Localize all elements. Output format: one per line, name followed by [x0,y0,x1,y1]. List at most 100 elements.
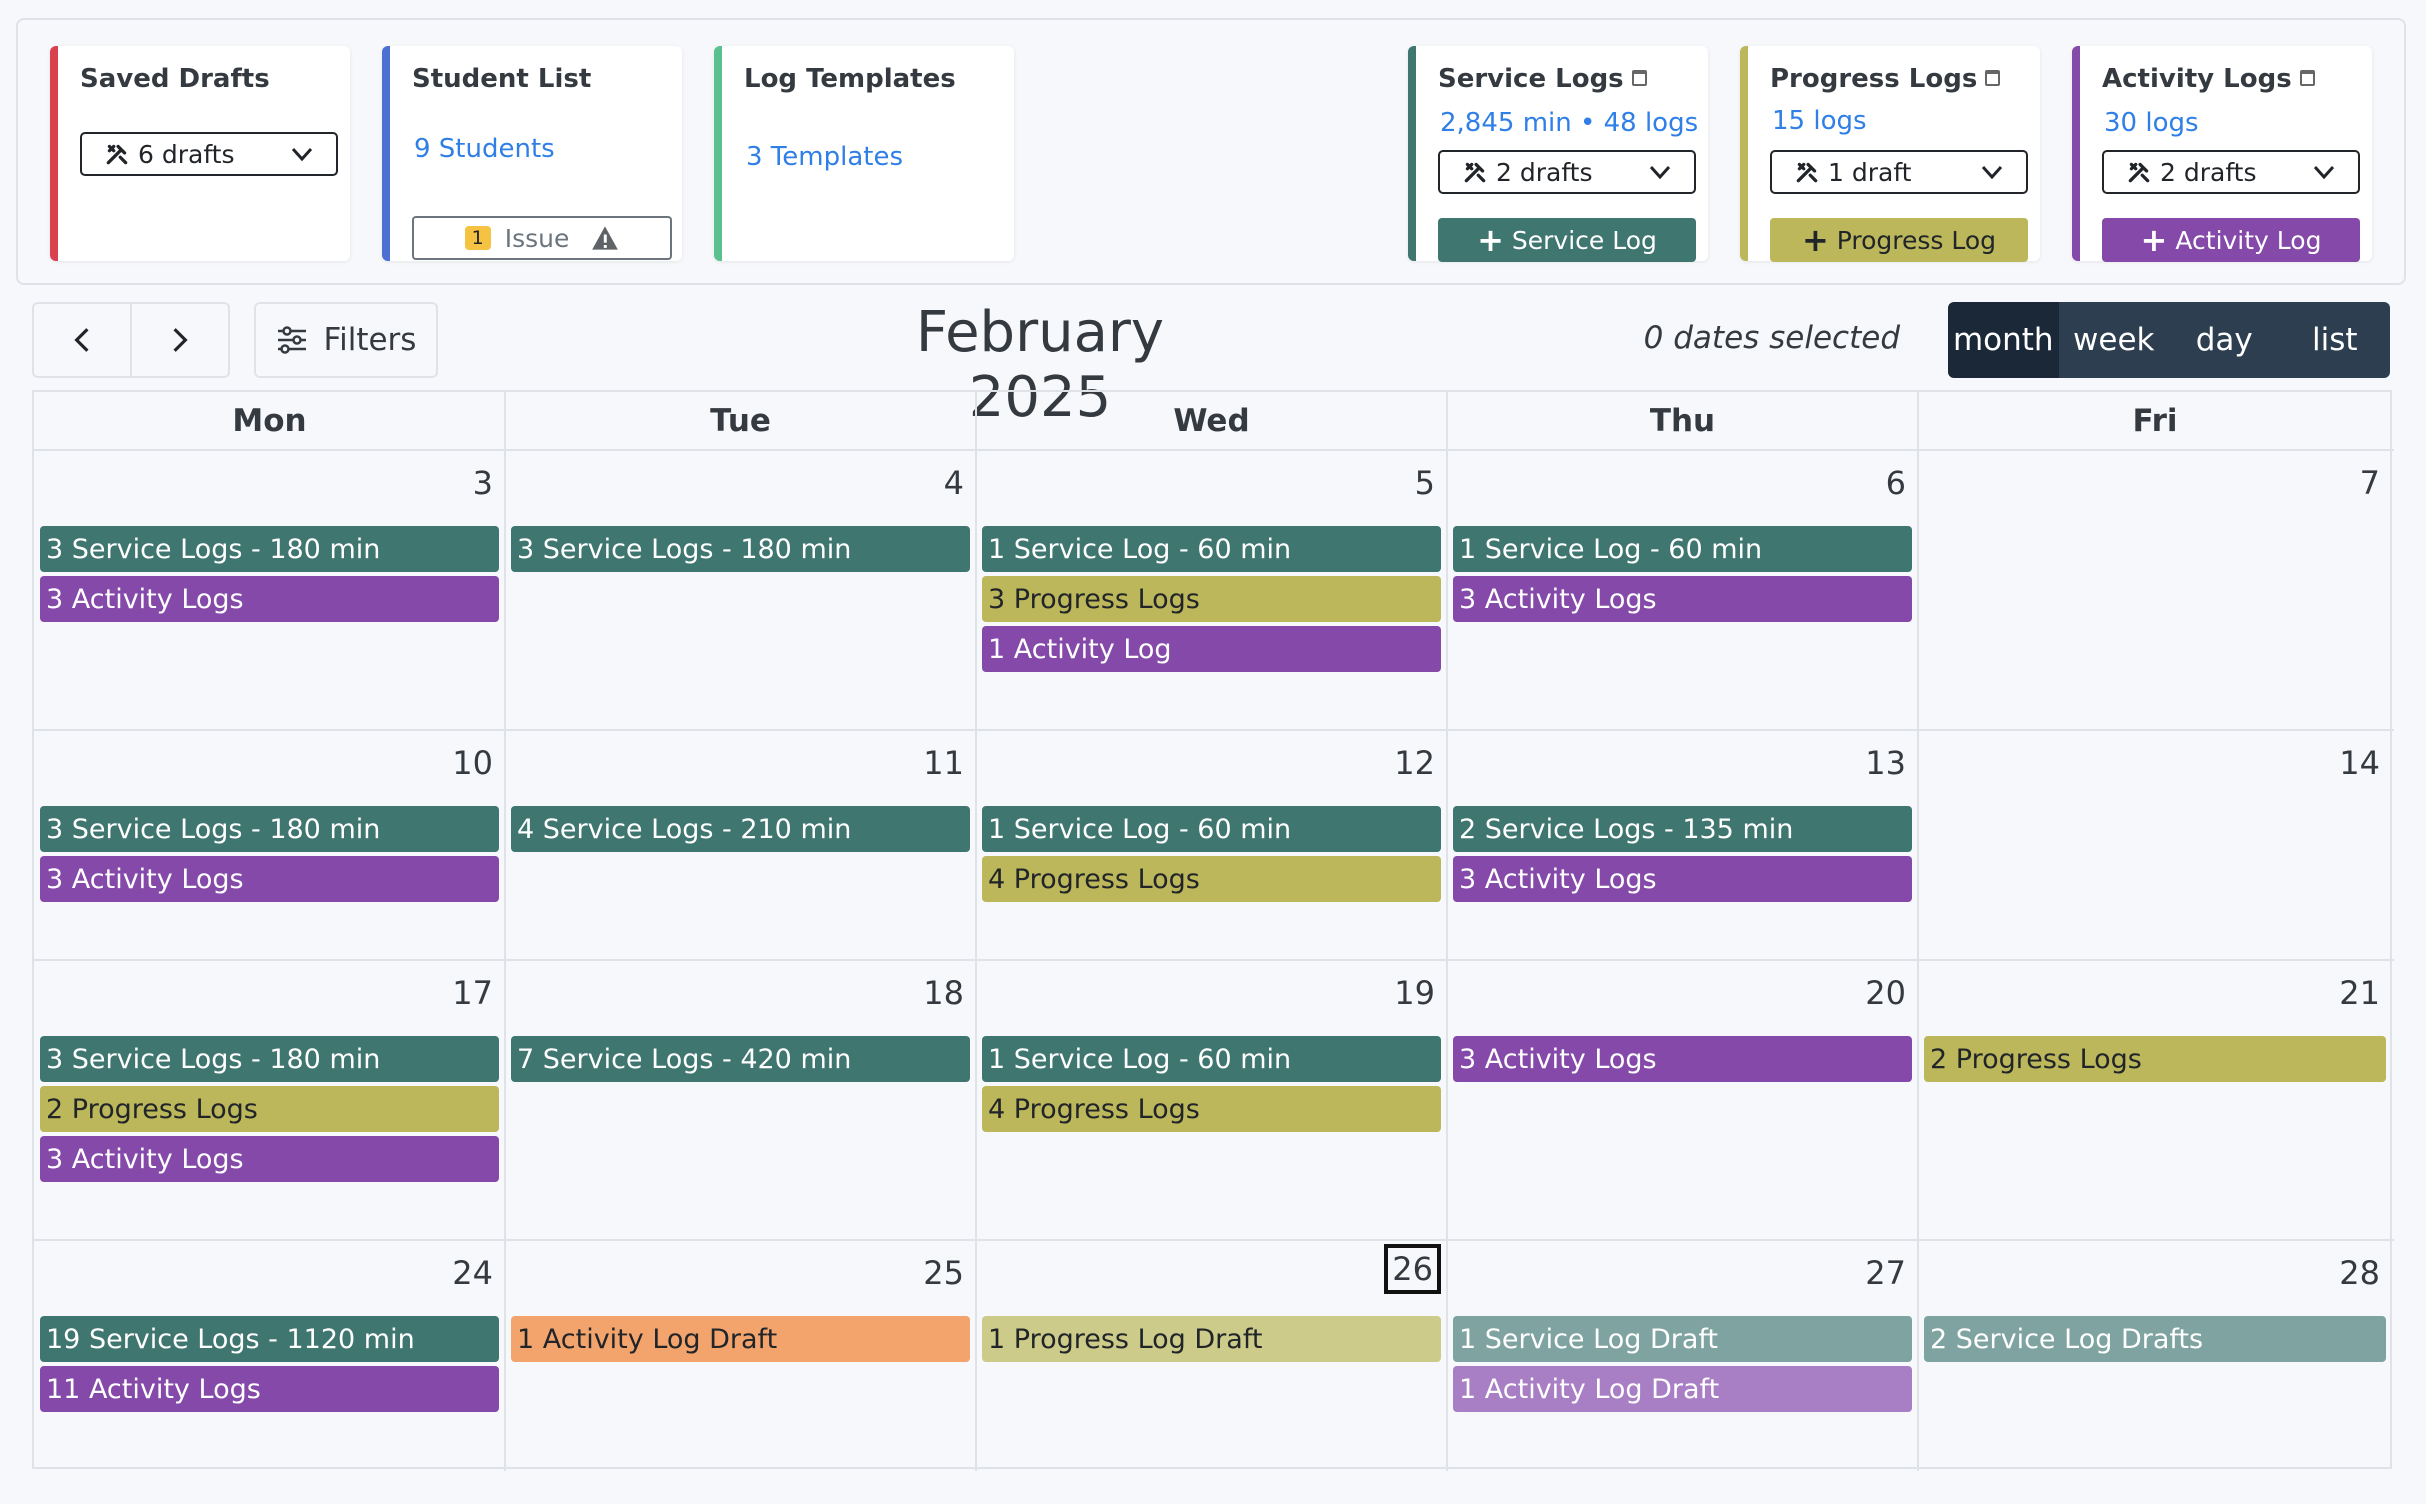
calendar-event[interactable]: 2 Progress Logs [1924,1036,2386,1082]
day-cell[interactable]: 10 3 Service Logs - 180 min 3 Activity Log… [34,730,505,960]
date-number[interactable]: 27 [1865,1254,1906,1292]
activity-logs-stats[interactable]: 30 logs [2104,108,2199,138]
date-number[interactable]: 5 [1415,464,1435,502]
calendar-event[interactable]: 1 Service Log - 60 min [982,526,1441,572]
calendar-event[interactable]: 3 Service Logs - 180 min [40,1036,499,1082]
date-number[interactable]: 20 [1865,974,1906,1012]
view-list-button[interactable]: list [2279,302,2390,378]
summary-panel: Saved Drafts 6 drafts Student List 9 Stu… [16,18,2406,285]
calendar-icon [1985,70,2001,86]
day-cell[interactable]: 27 1 Service Log Draft 1 Activity Log Draf… [1447,1240,1918,1469]
today-date-number[interactable]: 26 [1384,1244,1441,1294]
calendar-event[interactable]: 3 Activity Logs [1453,576,1912,622]
templates-link[interactable]: 3 Templates [746,142,903,172]
calendar-event[interactable]: 3 Activity Logs [1453,1036,1912,1082]
view-week-button[interactable]: week [2058,302,2169,378]
calendar-event[interactable]: 1 Progress Log Draft [982,1316,1441,1362]
day-cell[interactable]: 28 2 Service Log Drafts [1918,1240,2392,1469]
day-cell[interactable]: 20 3 Activity Logs [1447,960,1918,1240]
day-cell[interactable]: 4 3 Service Logs - 180 min [505,450,976,730]
service-logs-stats[interactable]: 2,845 min • 48 logs [1440,108,1698,138]
activity-drafts-select[interactable]: 2 drafts [2102,150,2360,194]
calendar-event[interactable]: 3 Activity Logs [40,576,499,622]
calendar-event[interactable]: 3 Service Logs - 180 min [40,806,499,852]
calendar-event[interactable]: 3 Progress Logs [982,576,1441,622]
add-progress-log-label: Progress Log [1836,225,1997,255]
date-number[interactable]: 25 [923,1254,964,1292]
dates-selected-text: 0 dates selected [1643,320,1900,356]
progress-logs-card: Progress Logs 15 logs 1 draft + Progress … [1740,46,2040,262]
date-number[interactable]: 13 [1865,744,1906,782]
add-activity-log-button[interactable]: + Activity Log [2102,218,2360,262]
date-number[interactable]: 3 [473,464,493,502]
filters-button[interactable]: Filters [254,302,438,378]
calendar-event[interactable]: 3 Activity Logs [1453,856,1912,902]
progress-drafts-select[interactable]: 1 draft [1770,150,2028,194]
date-number[interactable]: 7 [2360,464,2380,502]
calendar-event[interactable]: 3 Service Logs - 180 min [40,526,499,572]
date-number[interactable]: 18 [923,974,964,1012]
service-drafts-select[interactable]: 2 drafts [1438,150,1696,194]
day-cell[interactable]: 5 1 Service Log - 60 min 3 Progress Logs 1 … [976,450,1447,730]
calendar-event[interactable]: 2 Progress Logs [40,1086,499,1132]
date-number[interactable]: 10 [452,744,493,782]
add-service-log-button[interactable]: + Service Log [1438,218,1696,262]
day-cell[interactable]: 18 7 Service Logs - 420 min [505,960,976,1240]
students-link[interactable]: 9 Students [414,134,555,164]
date-number[interactable]: 24 [452,1254,493,1292]
calendar-event[interactable]: 2 Service Log Drafts [1924,1316,2386,1362]
calendar-event[interactable]: 2 Service Logs - 135 min [1453,806,1912,852]
calendar-event[interactable]: 1 Activity Log [982,626,1441,672]
date-number[interactable]: 12 [1394,744,1435,782]
calendar-event[interactable]: 1 Activity Log Draft [1453,1366,1912,1412]
calendar-event[interactable]: 7 Service Logs - 420 min [511,1036,970,1082]
progress-logs-stats[interactable]: 15 logs [1772,106,1867,136]
day-cell[interactable]: 24 19 Service Logs - 1120 min 11 Activity … [34,1240,505,1469]
date-number[interactable]: 28 [2339,1254,2380,1292]
calendar-event[interactable]: 1 Service Log - 60 min [1453,526,1912,572]
next-month-button[interactable] [130,302,230,378]
day-cell[interactable]: 25 1 Activity Log Draft [505,1240,976,1469]
day-header-fri: Fri [2132,403,2178,439]
date-number[interactable]: 4 [944,464,964,502]
calendar-event[interactable]: 1 Service Log - 60 min [982,1036,1441,1082]
day-cell[interactable]: 3 3 Service Logs - 180 min 3 Activity Logs [34,450,505,730]
day-cell[interactable]: 13 2 Service Logs - 135 min 3 Activity Log… [1447,730,1918,960]
day-cell[interactable]: 7 [1918,450,2392,730]
day-cell[interactable]: 11 4 Service Logs - 210 min [505,730,976,960]
add-progress-log-button[interactable]: + Progress Log [1770,218,2028,262]
prev-month-button[interactable] [32,302,132,378]
date-number[interactable]: 19 [1394,974,1435,1012]
progress-logs-title: Progress Logs [1770,64,1978,94]
calendar-event[interactable]: 4 Progress Logs [982,1086,1441,1132]
day-cell[interactable]: 21 2 Progress Logs [1918,960,2392,1240]
calendar-event[interactable]: 1 Activity Log Draft [511,1316,970,1362]
view-day-button[interactable]: day [2169,302,2280,378]
calendar-event[interactable]: 3 Activity Logs [40,856,499,902]
calendar-event[interactable]: 3 Activity Logs [40,1136,499,1182]
day-cell[interactable]: 6 1 Service Log - 60 min 3 Activity Logs [1447,450,1918,730]
log-templates-title: Log Templates [744,64,956,94]
issue-button[interactable]: 1 Issue [412,216,672,260]
saved-drafts-select[interactable]: 6 drafts [80,132,338,176]
day-cell[interactable]: 12 1 Service Log - 60 min 4 Progress Logs [976,730,1447,960]
calendar-event[interactable]: 4 Service Logs - 210 min [511,806,970,852]
date-number[interactable]: 14 [2339,744,2380,782]
tools-icon [2128,162,2150,183]
date-number[interactable]: 11 [923,744,964,782]
calendar-event[interactable]: 3 Service Logs - 180 min [511,526,970,572]
view-month-button[interactable]: month [1948,302,2059,378]
day-cell[interactable]: 14 [1918,730,2392,960]
calendar-event[interactable]: 4 Progress Logs [982,856,1441,902]
activity-logs-card: Activity Logs 30 logs 2 drafts + Activity… [2072,46,2372,262]
day-cell[interactable]: 17 3 Service Logs - 180 min 2 Progress Log… [34,960,505,1240]
calendar-event[interactable]: 11 Activity Logs [40,1366,499,1412]
calendar-event[interactable]: 1 Service Log - 60 min [982,806,1441,852]
calendar-event[interactable]: 19 Service Logs - 1120 min [40,1316,499,1362]
date-number[interactable]: 6 [1886,464,1906,502]
date-number[interactable]: 21 [2339,974,2380,1012]
date-number[interactable]: 17 [452,974,493,1012]
calendar-event[interactable]: 1 Service Log Draft [1453,1316,1912,1362]
day-cell[interactable]: 26 1 Progress Log Draft [976,1240,1447,1469]
day-cell[interactable]: 19 1 Service Log - 60 min 4 Progress Logs [976,960,1447,1240]
